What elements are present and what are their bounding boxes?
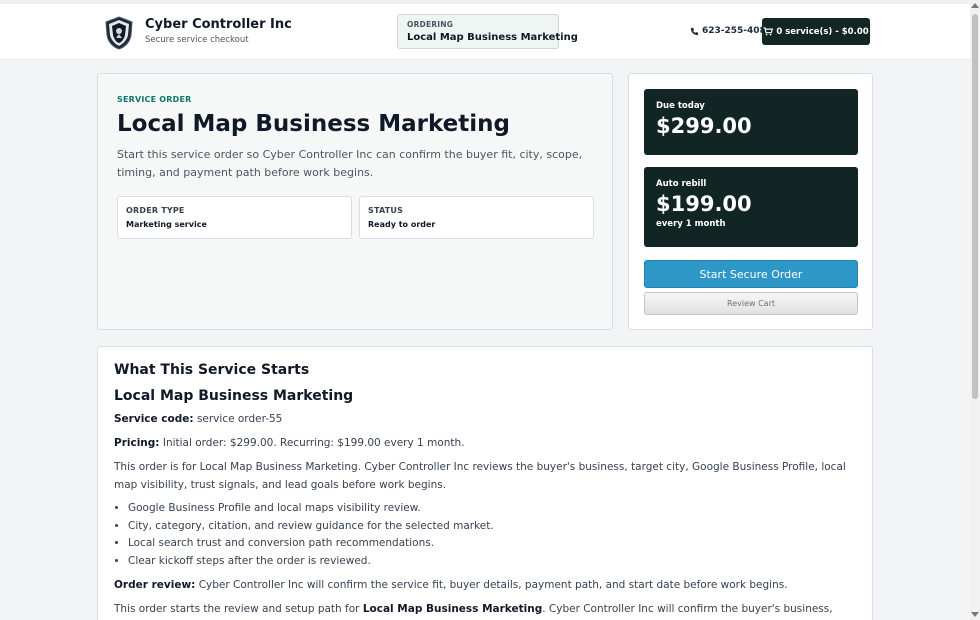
order-review-label: Order review: [114,579,196,591]
service-code-value: service order-55 [196,413,283,425]
pricing-value: Initial order: $299.00. Recurring: $199.… [162,437,465,449]
cart-button[interactable]: 0 service(s) - $0.00 [762,18,870,45]
brand-name[interactable]: Cyber Controller Inc [145,17,292,32]
brand-tagline: Secure service checkout [145,35,249,45]
service-details-panel: What This Service Starts Local Map Busin… [97,346,873,620]
due-today-label: Due today [656,101,705,111]
service-code-line: Service code: service order-55 [114,410,856,428]
order-type-label: ORDER TYPE [126,206,185,215]
scroll-down-arrow-icon[interactable] [971,612,979,617]
page-title: Local Map Business Marketing [117,111,510,137]
details-subheading: Local Map Business Marketing [114,388,354,404]
closing-text-start: This order starts the review and setup p… [114,603,360,615]
order-review-text: Cyber Controller Inc will confirm the se… [198,579,788,591]
list-item: Google Business Profile and local maps v… [128,500,856,518]
rebill-label: Auto rebill [656,179,707,189]
service-code-label: Service code: [114,413,194,425]
ordering-indicator: ORDERING Local Map Business Marketing [397,14,578,49]
scrollbar-thumb[interactable] [972,14,978,399]
details-heading: What This Service Starts [114,362,310,378]
auto-rebill-card: Auto rebill $199.00 every 1 month [644,167,858,247]
rebill-amount: $199.00 [656,192,752,216]
phone-icon [690,27,699,35]
list-item: Clear kickoff steps after the order is r… [128,553,856,571]
shield-logo-icon [105,16,133,50]
status-value: Ready to order [368,220,436,229]
ordering-value: Local Map Business Marketing [407,32,578,43]
service-intro: This order is for Local Map Business Mar… [114,461,846,491]
due-today-card: Due today $299.00 [644,89,858,155]
scroll-up-arrow-icon[interactable] [971,3,979,8]
start-secure-order-button[interactable]: Start Secure Order [644,260,858,288]
list-item: City, category, citation, and review gui… [128,518,856,536]
site-header: Cyber Controller Inc Secure service chec… [0,4,970,60]
page-scrollbar[interactable] [970,0,980,620]
due-today-amount: $299.00 [656,114,752,138]
closing-paragraph: This order starts the review and setup p… [114,600,856,620]
review-cart-button[interactable]: Review Cart [644,292,858,315]
order-type-card: ORDER TYPE Marketing service [117,196,352,239]
status-label: STATUS [368,206,404,215]
cart-icon [763,27,774,36]
pricing-label: Pricing: [114,437,160,449]
service-eyebrow: SERVICE ORDER [117,95,192,104]
status-card: STATUS Ready to order [359,196,594,239]
closing-service-name: Local Map Business Marketing [362,603,543,615]
service-hero-panel: SERVICE ORDER Local Map Business Marketi… [97,73,613,330]
ordering-label: ORDERING [407,20,454,29]
order-review-line: Order review: Cyber Controller Inc will … [114,576,856,594]
cart-label: 0 service(s) - $0.00 [776,26,869,37]
order-type-value: Marketing service [126,220,207,229]
pricing-panel: Due today $299.00 Auto rebill $199.00 ev… [628,73,873,330]
pricing-line: Pricing: Initial order: $299.00. Recurri… [114,434,856,452]
phone-link[interactable]: 623-255-4088 [690,26,772,36]
service-bullet-list: Google Business Profile and local maps v… [114,500,856,570]
list-item: Local search trust and conversion path r… [128,535,856,553]
service-description: Start this service order so Cyber Contro… [117,148,583,179]
rebill-period: every 1 month [656,219,726,229]
